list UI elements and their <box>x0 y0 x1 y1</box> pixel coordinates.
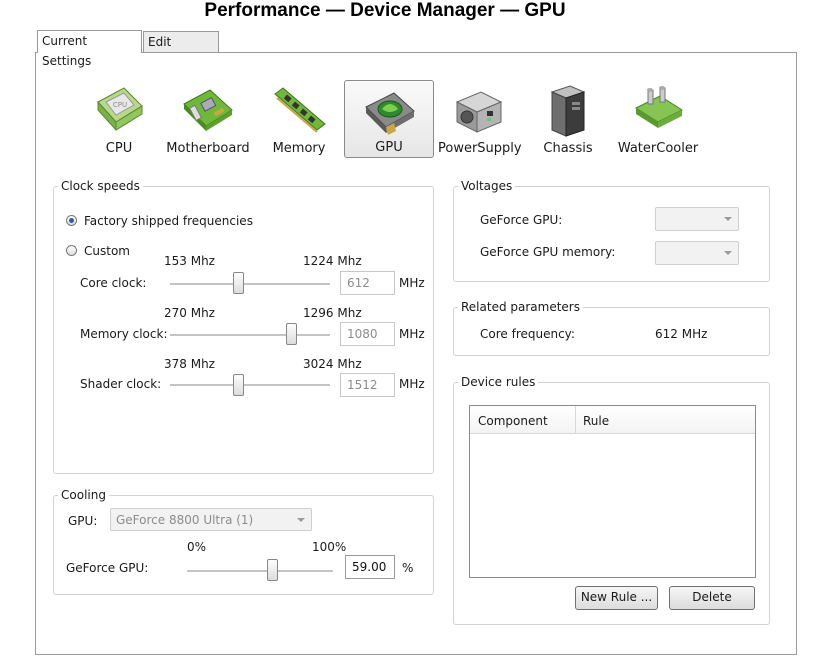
cooling-slider-thumb[interactable] <box>267 559 278 581</box>
cooling-gpu-select-value: GeForce 8800 Ultra (1) <box>116 513 254 527</box>
device-motherboard[interactable]: Motherboard <box>164 80 252 158</box>
device-chassis[interactable]: Chassis <box>536 80 600 158</box>
core-clock-unit: MHz <box>399 276 425 290</box>
cooling-min: 0% <box>187 540 207 554</box>
memory-clock-unit: MHz <box>399 327 425 341</box>
shader-clock-slider-thumb[interactable] <box>233 374 244 396</box>
tab-current-settings[interactable]: Current Settings <box>37 30 142 68</box>
clock-speeds-title: Clock speeds <box>58 179 143 193</box>
radio-factory-row[interactable]: Factory shipped frequencies <box>66 214 266 228</box>
cpu-icon: CPU <box>97 87 143 132</box>
core-clock-label: Core clock: <box>80 276 147 290</box>
shader-clock-min: 378 Mhz <box>164 357 215 371</box>
voltages-group <box>453 186 770 282</box>
shader-clock-max: 3024 Mhz <box>303 357 362 371</box>
memory-icon <box>274 87 326 133</box>
voltage-gpu-memory-select[interactable] <box>655 241 739 265</box>
device-powersupply[interactable]: PowerSupply <box>438 80 522 158</box>
shader-clock-input[interactable]: 1512 <box>340 373 395 397</box>
device-label-cpu: CPU <box>105 141 133 156</box>
voltage-gpu-label: GeForce GPU: <box>480 213 563 227</box>
core-frequency-value: 612 MHz <box>655 327 708 341</box>
memory-clock-input[interactable]: 1080 <box>340 322 395 346</box>
radio-custom-row[interactable]: Custom <box>66 244 166 258</box>
radio-custom[interactable] <box>66 245 77 256</box>
device-label-chassis: Chassis <box>543 141 593 156</box>
device-rules-table-header: Component Rule <box>470 406 755 434</box>
cooling-slider-label: GeForce GPU: <box>66 561 149 575</box>
core-clock-min: 153 Mhz <box>164 254 215 268</box>
page-title: Performance — Device Manager — GPU <box>204 0 566 21</box>
memory-clock-max: 1296 Mhz <box>303 306 362 320</box>
device-label-gpu: GPU <box>375 140 403 155</box>
shader-clock-label: Shader clock: <box>80 377 162 391</box>
memory-clock-label: Memory clock: <box>80 327 168 341</box>
cooling-max: 100% <box>312 540 347 554</box>
cooling-gpu-select[interactable]: GeForce 8800 Ultra (1) <box>110 508 312 531</box>
shader-clock-slider-track[interactable] <box>170 384 330 387</box>
core-clock-input[interactable]: 612 <box>340 271 395 295</box>
radio-factory[interactable] <box>66 215 77 226</box>
motherboard-icon <box>183 89 233 131</box>
column-header-component[interactable]: Component <box>478 414 548 428</box>
new-rule-button[interactable]: New Rule ... <box>575 586 658 610</box>
device-rules-title: Device rules <box>458 375 539 389</box>
core-clock-max: 1224 Mhz <box>303 254 362 268</box>
memory-clock-slider-track[interactable] <box>170 334 330 337</box>
powersupply-icon <box>455 91 503 133</box>
tab-edit-profiles[interactable]: Edit Profiles <box>143 31 219 69</box>
watercooler-icon <box>634 86 684 128</box>
memory-clock-min: 270 Mhz <box>164 306 215 320</box>
voltage-gpu-select[interactable] <box>655 207 739 231</box>
device-watercooler[interactable]: WaterCooler <box>614 80 702 158</box>
cpu-chip-text: CPU <box>113 101 127 109</box>
voltage-gpu-memory-label: GeForce GPU memory: <box>480 245 616 259</box>
radio-factory-label: Factory shipped frequencies <box>84 214 253 228</box>
chevron-down-icon <box>724 217 732 221</box>
device-cpu[interactable]: CPU CPU <box>84 80 154 158</box>
chassis-icon <box>550 85 586 137</box>
core-clock-slider-track[interactable] <box>170 283 330 286</box>
cooling-slider-track[interactable] <box>187 570 333 573</box>
shader-clock-unit: MHz <box>399 377 425 391</box>
cooling-unit: % <box>402 561 414 575</box>
device-rules-table[interactable]: Component Rule <box>469 405 756 578</box>
device-label-watercooler: WaterCooler <box>617 141 699 156</box>
device-memory[interactable]: Memory <box>266 80 332 158</box>
core-frequency-label: Core frequency: <box>480 327 575 341</box>
device-label-memory: Memory <box>272 141 326 156</box>
device-label-motherboard: Motherboard <box>166 141 250 156</box>
device-label-powersupply: PowerSupply <box>438 141 522 156</box>
radio-custom-label: Custom <box>84 244 130 258</box>
delete-button[interactable]: Delete <box>669 586 755 610</box>
memory-clock-slider-thumb[interactable] <box>286 323 297 345</box>
column-header-rule[interactable]: Rule <box>583 414 609 428</box>
device-gpu[interactable]: GPU <box>344 80 434 158</box>
cooling-title: Cooling <box>58 488 109 502</box>
chevron-down-icon <box>297 517 305 522</box>
related-parameters-title: Related parameters <box>458 300 583 314</box>
voltages-title: Voltages <box>458 179 516 193</box>
cooling-gpu-label: GPU: <box>68 514 98 528</box>
column-divider <box>575 406 576 434</box>
gpu-icon <box>365 92 415 135</box>
cooling-value-input[interactable]: 59.00 <box>345 555 395 579</box>
core-clock-slider-thumb[interactable] <box>233 272 244 294</box>
chevron-down-icon <box>724 251 732 255</box>
